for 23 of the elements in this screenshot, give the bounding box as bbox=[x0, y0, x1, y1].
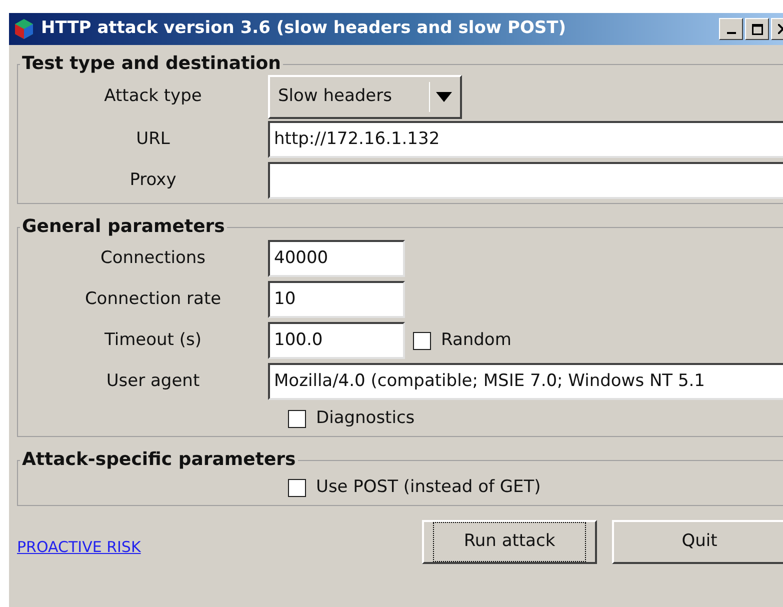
checkbox-label: Diagnostics bbox=[316, 407, 415, 430]
input-field[interactable]: 10 bbox=[268, 281, 405, 318]
field-label: User agent bbox=[105, 370, 201, 393]
action-button[interactable]: Run attack bbox=[422, 520, 597, 564]
checkbox-label: Random bbox=[441, 328, 512, 352]
field-label: Connections bbox=[99, 246, 207, 270]
field-label: Connection rate bbox=[84, 288, 222, 311]
input-field[interactable]: 100.0 bbox=[268, 322, 405, 359]
field-label: Timeout (s) bbox=[104, 328, 202, 352]
input-field[interactable]: Mozilla/4.0 (compatible; MSIE 7.0; Windows NT 5.1 bbox=[268, 363, 783, 400]
field-label: URL bbox=[135, 128, 171, 151]
field-label: Proxy bbox=[128, 168, 178, 192]
action-button[interactable]: Quit bbox=[612, 520, 783, 564]
checkbox-label: Use POST (instead of GET) bbox=[316, 476, 541, 500]
group-title: Attack-specific parameters bbox=[21, 449, 297, 471]
input-field[interactable]: 40000 bbox=[268, 240, 405, 277]
window-title: HTTP attack version 3.6 (slow headers and slow POST) bbox=[41, 17, 568, 40]
group-title: Test type and destination bbox=[21, 53, 282, 75]
field-label: Attack type bbox=[103, 85, 203, 108]
input-field[interactable]: http://172.16.1.132 bbox=[268, 121, 783, 158]
attack-type-dropdown[interactable]: Slow headers bbox=[268, 75, 462, 119]
proactive-risk-link[interactable]: PROACTIVE RISK bbox=[17, 536, 422, 558]
group-title: General parameters bbox=[21, 216, 226, 238]
